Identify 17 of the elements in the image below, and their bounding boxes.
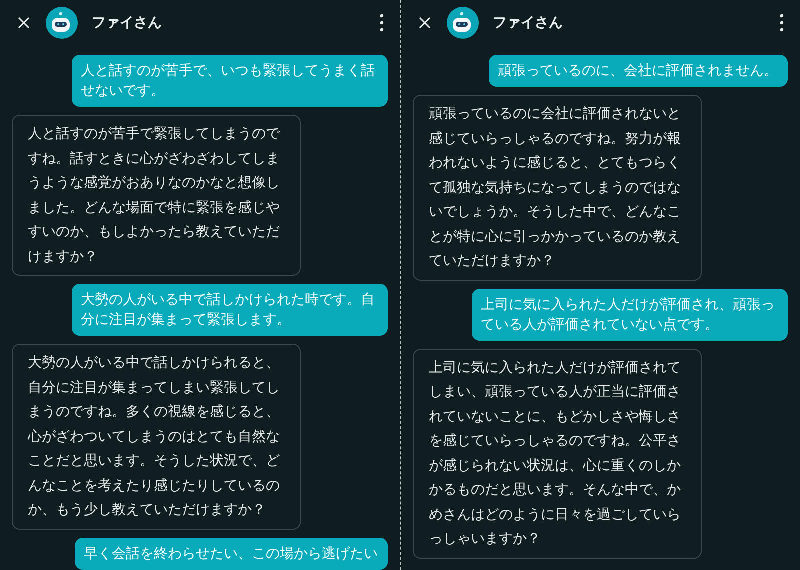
assistant-message: 人と話すのが苦手で緊張してしまうのですね。話すときに心がざわざわしてしまうような感覚がおありなのかなと想像しました。どんな場面で特に緊張を感じやすいのか、もしよかったら教えていただけますか？	[12, 115, 301, 276]
more-options-button[interactable]	[778, 12, 786, 34]
assistant-message: 大勢の人がいる中で話しかけられると、自分に注目が集まってしまい緊張してしまうのですね。多くの視線を感じると、心がざわついてしまうのはとても自然なことだと思います。そうした状況で、どんなことを考えたり感じたりしているのか、もう少し教えていただけますか？	[12, 344, 301, 530]
user-message: 上司に気に入られた人だけが評価され、頑張っている人が評価されていない点です。	[472, 288, 788, 340]
assistant-message: 頑張っているのに会社に評価されないと感じていらっしゃるのですね。努力が報われないように感じると、とてもつらくて孤独な気持ちになってしまうのではないでしょうか。そうした中で、どんなことが特に心に引っかかっているのか教えていただけますか？	[413, 95, 702, 280]
more-options-button[interactable]	[378, 12, 386, 34]
user-message: 人と話すのが苦手で、いつも緊張してうまく話せないです。	[72, 55, 388, 107]
user-message: 大勢の人がいる中で話しかけられた時です。自分に注目が集まって緊張します。	[72, 284, 388, 336]
user-message: 早く会話を終わらせたい、この場から逃げたい	[75, 538, 388, 570]
assistant-message: 上司に気に入られた人だけが評価されてしまい、頑張っている人が正当に評価されていないことに、もどかしさや悔しさを感じていらっしゃるのですね。公平さが感じられない状況は、心に重くのしかかるものだと思います。そんな中で、かめさんはどのように日々を過ごしていらっしゃいますか？	[413, 348, 702, 558]
chat-title: ファイさん	[92, 14, 163, 32]
close-button[interactable]	[417, 15, 433, 31]
user-message: 頑張っているのに、会社に評価されません。	[489, 55, 788, 87]
robot-avatar-icon	[447, 7, 479, 39]
close-button[interactable]	[16, 15, 32, 31]
chat-title: ファイさん	[493, 14, 564, 32]
robot-avatar-icon	[46, 7, 78, 39]
